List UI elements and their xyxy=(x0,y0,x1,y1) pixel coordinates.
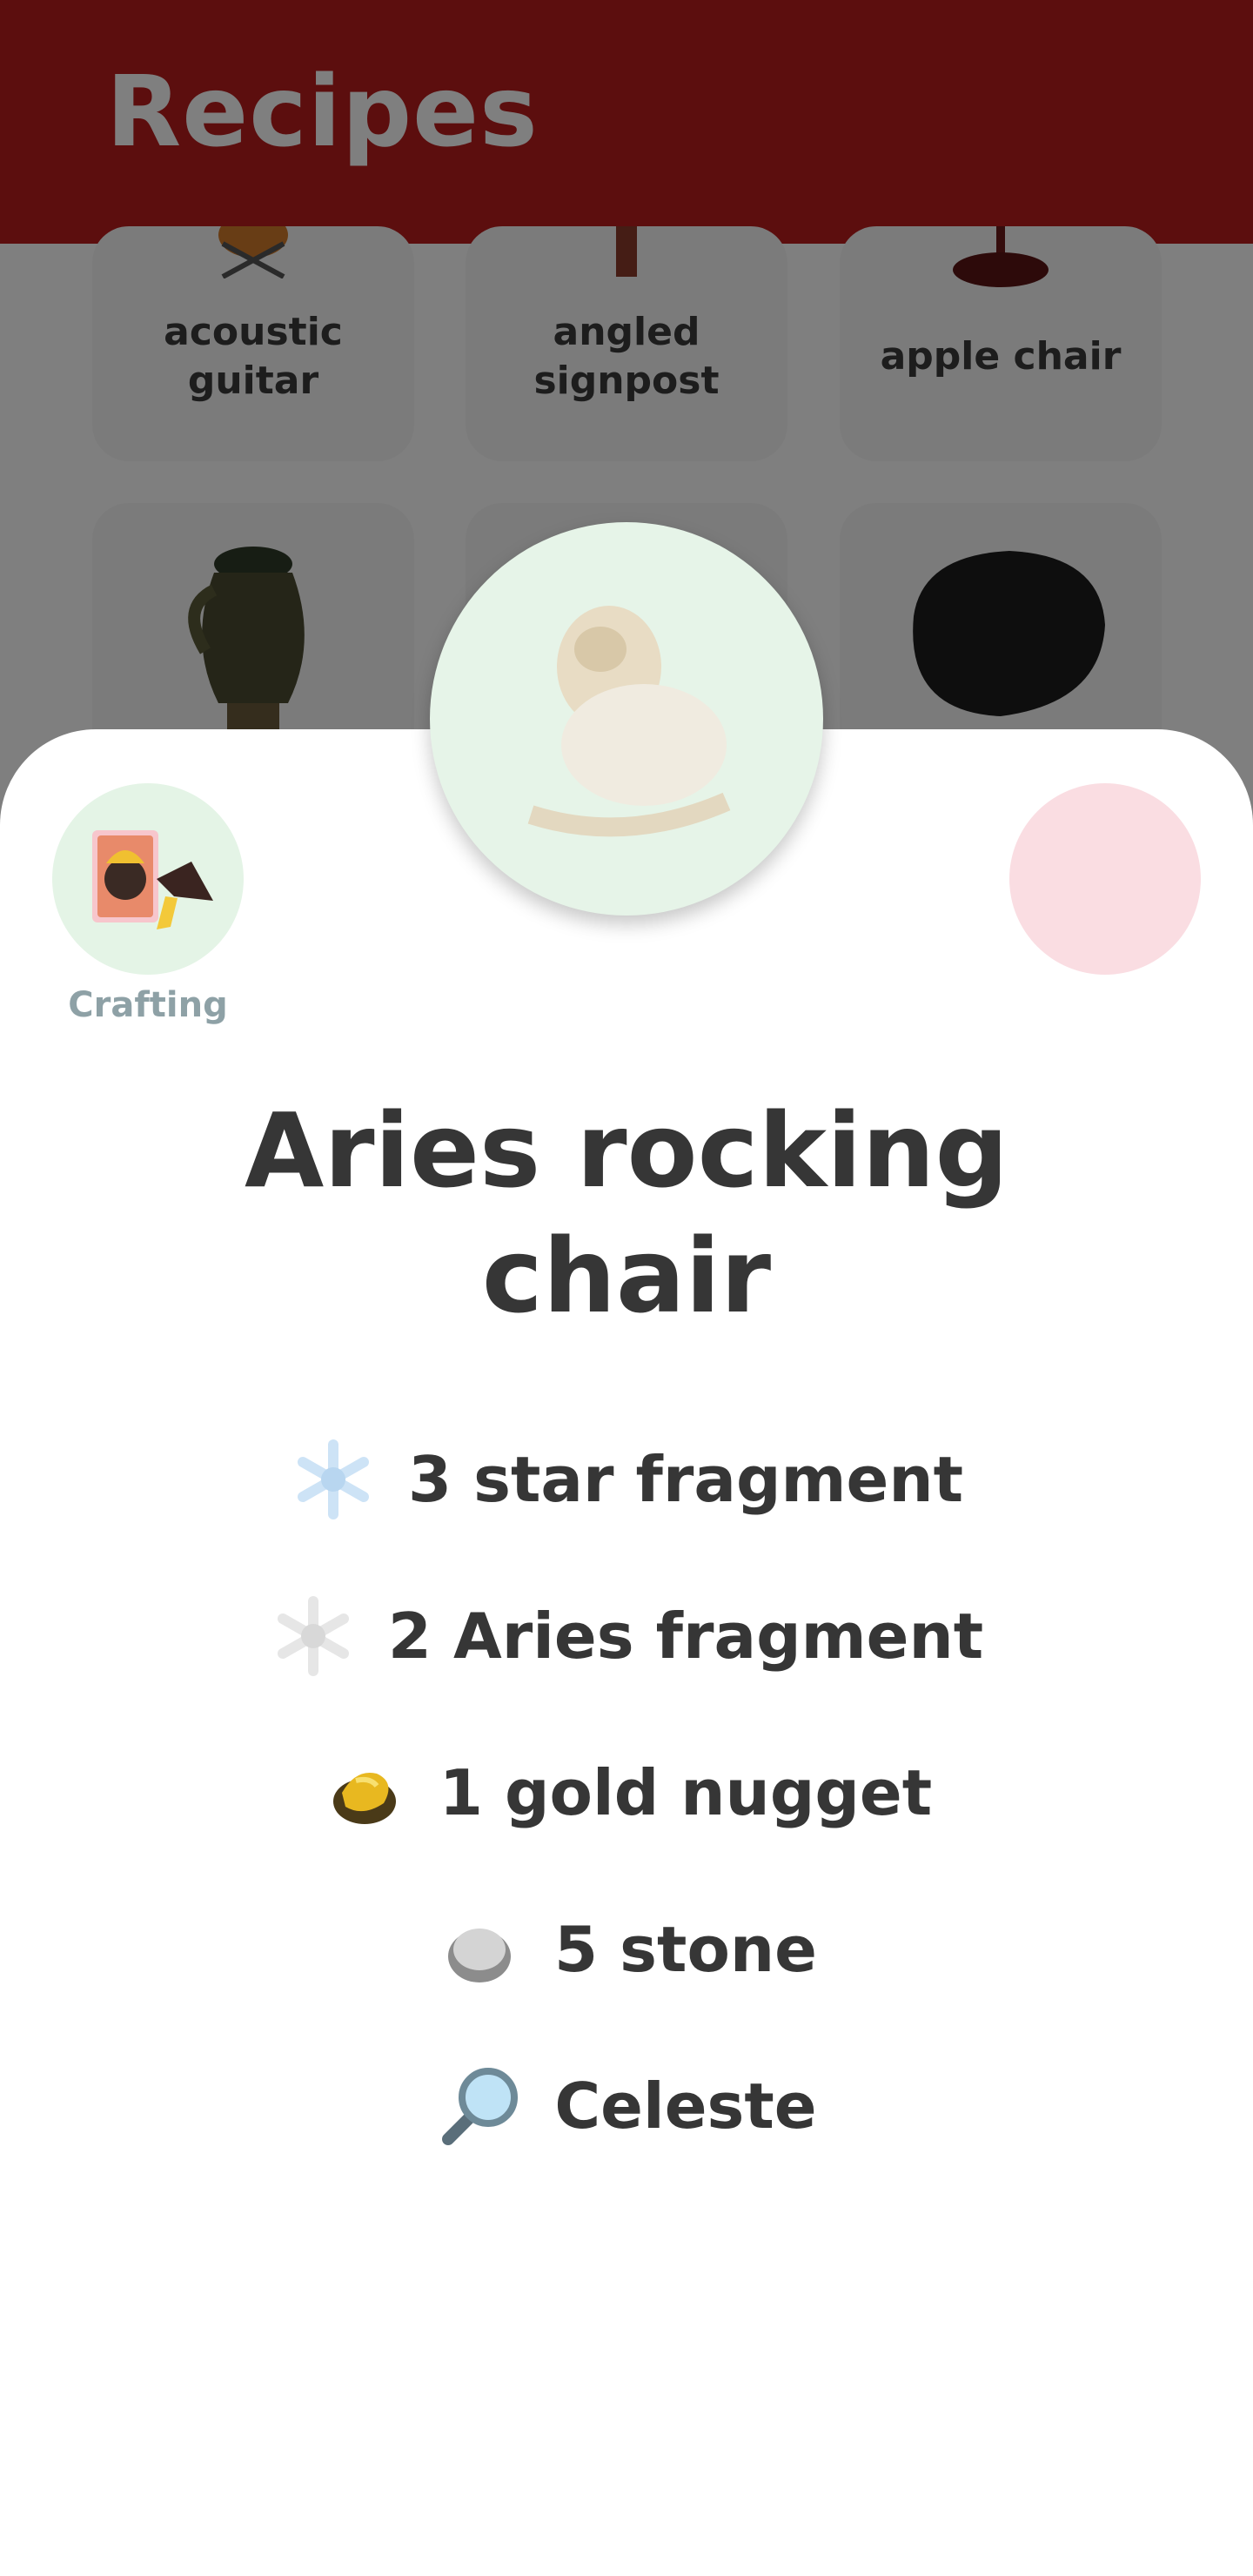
gold-nugget-icon xyxy=(332,1772,396,1824)
ingredient-text: 5 stone xyxy=(554,1913,817,1986)
favorite-toggle[interactable] xyxy=(1009,783,1201,975)
screen: Recipes acoustic guitar angled signpost … xyxy=(0,0,1253,2576)
ingredient-text: Celeste xyxy=(554,2070,817,2143)
star-fragment-icon xyxy=(297,1439,369,1519)
crafting-source-badge[interactable] xyxy=(52,783,244,975)
aries-fragment-icon xyxy=(277,1596,349,1676)
ingredient-text: 2 Aries fragment xyxy=(387,1600,984,1673)
ingredient-text: 1 gold nugget xyxy=(439,1756,933,1829)
ingredient-row: 1 gold nugget xyxy=(0,1745,1253,1841)
ingredient-row: 3 star fragment xyxy=(0,1432,1253,1527)
ingredient-row: 5 stone xyxy=(0,1902,1253,1997)
item-title: Aries rocking chair xyxy=(245,1090,1008,1336)
item-image xyxy=(430,522,823,916)
crafting-recipe-icon xyxy=(92,830,213,929)
stone-icon xyxy=(448,1929,511,1982)
source-label: Crafting xyxy=(68,985,228,1025)
magnifier-icon xyxy=(442,2068,519,2145)
ingredient-text: 3 star fragment xyxy=(407,1443,964,1516)
ingredient-row: 2 Aries fragment xyxy=(0,1588,1253,1684)
rocking-chair-icon xyxy=(527,606,731,837)
ingredient-row: Celeste xyxy=(0,2058,1253,2154)
